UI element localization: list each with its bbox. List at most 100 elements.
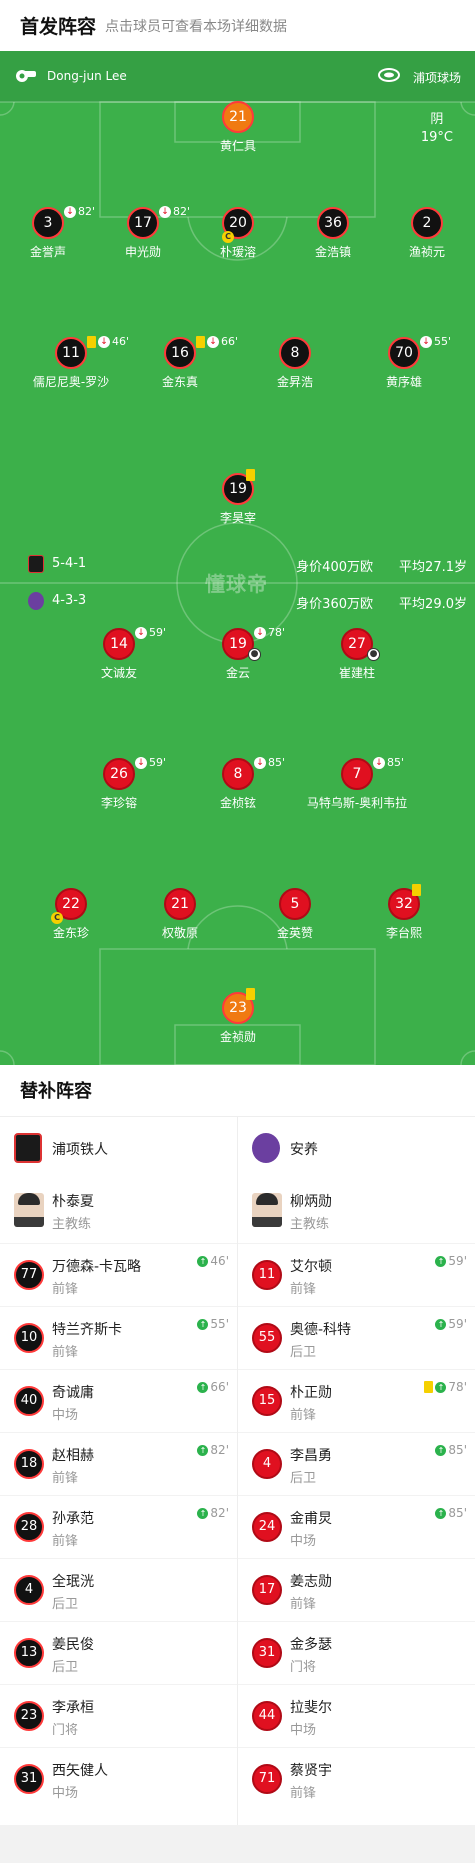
away-sub-player-row[interactable]: 44 拉斐尔 中场 xyxy=(238,1684,475,1747)
sub-in-event: ↑ 85' xyxy=(435,1443,467,1457)
sub-in-icon: ↑ xyxy=(435,1381,447,1393)
shirt-number: 8 xyxy=(222,758,254,790)
yellow-card-icon xyxy=(196,335,205,348)
team-name: 安养 xyxy=(290,1142,318,1158)
home-market-value: 身价400万欧 xyxy=(296,560,373,575)
player-name: 奥德-科特 xyxy=(290,1322,352,1338)
sub-in-icon: ↑ xyxy=(435,1255,447,1267)
player-name: 朴正勋 xyxy=(290,1385,332,1401)
sub-in-icon: ↑ xyxy=(435,1444,447,1456)
player-name: 西矢健人 xyxy=(52,1763,108,1779)
shirt-number: 8 xyxy=(279,337,311,369)
away-sub-player-row[interactable]: 17 姜志勋 前锋 xyxy=(238,1558,475,1621)
home-player-19[interactable]: 19 李昊宰 xyxy=(168,469,308,526)
away-sub-player-row[interactable]: 71 蔡贤宇 前锋 xyxy=(238,1747,475,1810)
away-player-7[interactable]: 7 ↓ 85' 马特乌斯-奥利韦拉 xyxy=(287,756,427,811)
away-sub-player-row[interactable]: 31 金多瑟 门将 xyxy=(238,1621,475,1684)
shirt-number: 13 xyxy=(14,1638,44,1668)
player-position: 前锋 xyxy=(52,1534,79,1549)
home-team-row[interactable]: 浦项铁人 xyxy=(0,1117,237,1179)
player-position: 中场 xyxy=(290,1723,317,1738)
away-player-23[interactable]: 23 金祯勋 xyxy=(168,988,308,1045)
substitution-event: ↓ 85' xyxy=(254,756,285,769)
player-name: 崔建柱 xyxy=(338,666,375,680)
home-sub-player-row[interactable]: 77 万德森-卡瓦略 前锋 ↑ 46' xyxy=(0,1243,237,1306)
shirt-number: 2 xyxy=(411,207,443,239)
shirt-number: 55 xyxy=(252,1323,282,1353)
player-name: 蔡贤宇 xyxy=(290,1763,332,1779)
player-position: 中场 xyxy=(52,1408,79,1423)
sub-out-icon: ↓ xyxy=(254,756,266,769)
home-sub-player-row[interactable]: 23 李承桓 门将 xyxy=(0,1684,237,1747)
sub-in-time: 85' xyxy=(448,1443,467,1457)
away-coach-row[interactable]: 柳炳勋 主教练 xyxy=(238,1179,475,1243)
away-sub-player-row[interactable]: 15 朴正勋前锋 ↑ 78' xyxy=(238,1369,475,1432)
player-position: 中场 xyxy=(290,1534,317,1549)
away-team-row[interactable]: 安养 xyxy=(238,1117,475,1179)
temperature: 19°C xyxy=(420,130,453,145)
away-sub-player-row[interactable]: 4 李昌勇 后卫 ↑ 85' xyxy=(238,1432,475,1495)
sub-in-icon: ↑ xyxy=(435,1507,447,1519)
player-position: 前锋 xyxy=(290,1408,317,1423)
sub-in-event: ↑ 66' xyxy=(197,1380,229,1394)
away-sub-player-row[interactable]: 11 艾尔顿 前锋 ↑ 59' xyxy=(238,1243,475,1306)
coach-role: 主教练 xyxy=(52,1217,92,1232)
sub-in-event: ↑ 55' xyxy=(197,1317,229,1331)
sub-in-icon: ↑ xyxy=(435,1318,447,1330)
home-sub-player-row[interactable]: 31 西矢健人 中场 xyxy=(0,1747,237,1810)
captain-icon: C xyxy=(51,912,63,924)
sub-in-time: 66' xyxy=(210,1380,229,1394)
home-player-2[interactable]: 2 渔祯元 xyxy=(357,207,475,260)
yellow-card-icon xyxy=(246,988,255,1000)
player-name: 金祯勋 xyxy=(219,1030,256,1044)
away-player-32[interactable]: 32 李台熙 xyxy=(334,884,474,941)
home-player-21[interactable]: 21 黄仁具 xyxy=(168,101,308,154)
away-sub-player-row[interactable]: 55 奥德-科特 后卫 ↑ 59' xyxy=(238,1306,475,1369)
team-name: 浦项铁人 xyxy=(52,1142,108,1158)
home-coach-row[interactable]: 朴泰夏 主教练 xyxy=(0,1179,237,1243)
home-sub-player-row[interactable]: 13 姜民俊 后卫 xyxy=(0,1621,237,1684)
home-sub-player-row[interactable]: 4 全珉洸 后卫 xyxy=(0,1558,237,1621)
away-subs-column: 安养 柳炳勋 主教练 11 艾尔顿 前锋 ↑ 59' 55 奥德-科特 后卫 ↑ 59' 15 朴正勋… xyxy=(238,1117,475,1810)
player-name: 奇诚庸 xyxy=(52,1385,94,1401)
player-position: 中场 xyxy=(52,1786,79,1801)
shirt-number: 44 xyxy=(252,1701,282,1731)
shirt-number: 26 xyxy=(103,758,135,790)
home-sub-player-row[interactable]: 18 赵相赫 前锋 ↑ 82' xyxy=(0,1432,237,1495)
shirt-number: 24 xyxy=(252,1512,282,1542)
player-name: 特兰齐斯卡 xyxy=(52,1322,122,1338)
player-name: 渔祯元 xyxy=(408,245,445,259)
home-average-age: 平均27.1岁 xyxy=(399,560,467,575)
player-position: 后卫 xyxy=(290,1471,317,1486)
page-title: 首发阵容 xyxy=(20,16,97,38)
away-player-27[interactable]: 27 ● 崔建柱 xyxy=(287,628,427,681)
shirt-number: 15 xyxy=(252,1386,282,1416)
player-name: 艾尔顿 xyxy=(290,1259,332,1275)
player-name: 李台熙 xyxy=(385,926,422,940)
lineup-header: 首发阵容 点击球员可查看本场详细数据 xyxy=(0,0,475,51)
sub-in-time: 46' xyxy=(210,1254,229,1268)
player-position: 门将 xyxy=(290,1660,317,1675)
player-name: 金甫炅 xyxy=(290,1511,332,1527)
sub-in-time: 78' xyxy=(448,1380,467,1394)
player-name: 李昌勇 xyxy=(290,1448,332,1464)
player-name: 黄序雄 xyxy=(385,375,422,389)
home-player-70[interactable]: 70 ↓ 55' 黄序雄 xyxy=(334,335,474,390)
home-sub-player-row[interactable]: 40 奇诚庸 中场 ↑ 66' xyxy=(0,1369,237,1432)
home-sub-player-row[interactable]: 28 孙承范 前锋 ↑ 82' xyxy=(0,1495,237,1558)
shirt-number: 21 xyxy=(164,888,196,920)
weather-text: 阴 xyxy=(430,112,444,127)
substitutes-section: 替补阵容 浦项铁人 朴泰夏 主教练 77 万德森-卡瓦略 前锋 ↑ 46' 10 特兰齐斯卡… xyxy=(0,1065,475,1825)
player-position: 前锋 xyxy=(52,1282,79,1297)
stadium-icon xyxy=(378,68,400,82)
away-sub-player-row[interactable]: 24 金甫炅 中场 ↑ 85' xyxy=(238,1495,475,1558)
sub-time: 85' xyxy=(387,756,405,769)
player-name: 金多瑟 xyxy=(290,1637,332,1653)
shirt-number: 36 xyxy=(317,207,349,239)
pitch: Dong-jun Lee 浦项球场 阴 19°C 懂球帝 5-4-1 身价400… xyxy=(0,51,475,1065)
player-position: 后卫 xyxy=(52,1660,79,1675)
player-name: 赵相赫 xyxy=(52,1448,94,1464)
home-sub-player-row[interactable]: 10 特兰齐斯卡 前锋 ↑ 55' xyxy=(0,1306,237,1369)
sub-out-icon: ↓ xyxy=(135,626,147,639)
player-name: 李昊宰 xyxy=(219,511,256,525)
